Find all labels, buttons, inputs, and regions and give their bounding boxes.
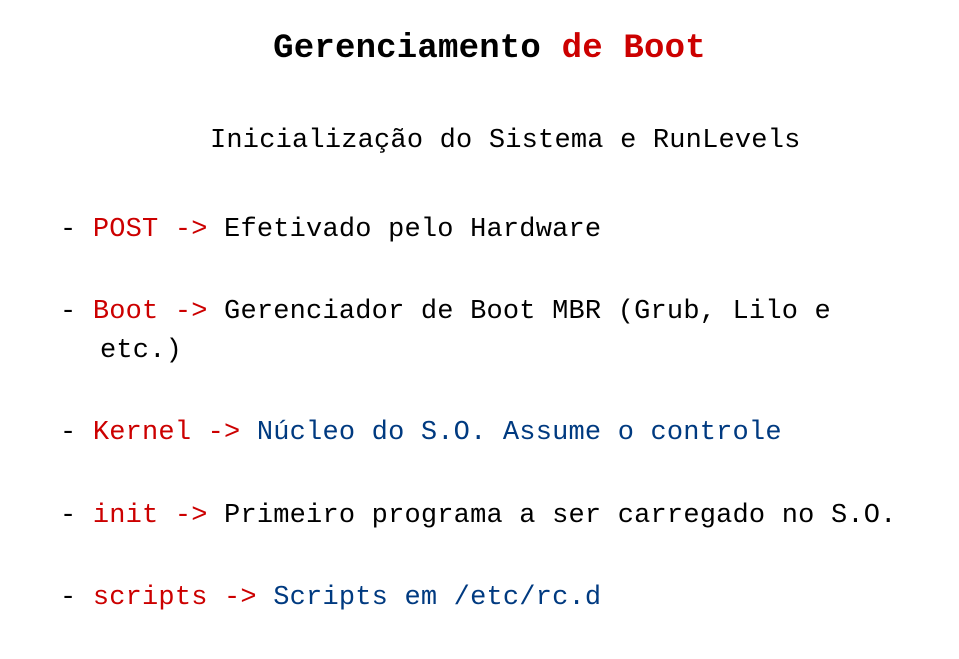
dash: - [60, 501, 93, 531]
slide-subtitle: Inicialização do Sistema e RunLevels [210, 126, 919, 156]
kernel-key: Kernel -> [93, 418, 257, 448]
dash: - [60, 418, 93, 448]
scripts-desc: Scripts em /etc/rc.d [273, 583, 601, 613]
dash: - [60, 297, 93, 327]
title-text-2: de Boot [562, 30, 706, 68]
dash: - [60, 215, 93, 245]
bullet-boot: - Boot -> Gerenciador de Boot MBR (Grub,… [60, 294, 919, 330]
slide-page: Gerenciamento de Boot Inicialização do S… [0, 0, 959, 659]
boot-desc-cont: etc.) [100, 336, 182, 366]
init-key: init -> [93, 501, 224, 531]
slide-title: Gerenciamento de Boot [60, 30, 919, 68]
boot-desc: Gerenciador de Boot MBR (Grub, Lilo e [224, 297, 831, 327]
scripts-key: scripts -> [93, 583, 273, 613]
dash: - [60, 583, 93, 613]
bullet-scripts: - scripts -> Scripts em /etc/rc.d [60, 580, 919, 616]
post-key: POST -> [93, 215, 224, 245]
post-desc: Efetivado pelo Hardware [224, 215, 601, 245]
bullet-boot-cont: etc.) [100, 333, 919, 369]
bullet-init: - init -> Primeiro programa a ser carreg… [60, 498, 919, 534]
boot-key: Boot -> [93, 297, 224, 327]
title-text-1: Gerenciamento [273, 30, 561, 68]
bullet-post: - POST -> Efetivado pelo Hardware [60, 212, 919, 248]
bullet-kernel: - Kernel -> Núcleo do S.O. Assume o cont… [60, 415, 919, 451]
kernel-desc: Núcleo do S.O. Assume o controle [257, 418, 782, 448]
init-desc: Primeiro programa a ser carregado no S.O… [224, 501, 897, 531]
